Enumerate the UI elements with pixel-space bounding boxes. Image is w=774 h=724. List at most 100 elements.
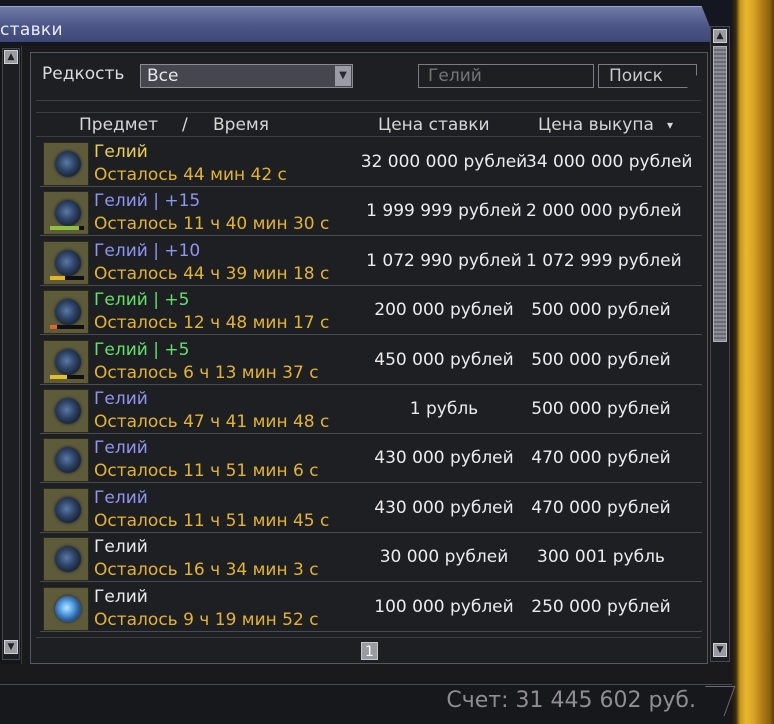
item-icon-slot[interactable] xyxy=(43,488,89,532)
header-item[interactable]: Предмет xyxy=(79,115,158,135)
item-icon-slot[interactable] xyxy=(43,340,89,384)
table-row[interactable]: Гелий Осталось 9 ч 19 мин 52 с 100 000 руб… xyxy=(40,584,702,632)
durability-bar xyxy=(50,375,84,379)
durability-bar xyxy=(50,325,84,329)
helium-orb-icon xyxy=(55,200,81,226)
left-panel: ▲ ▼ xyxy=(0,46,22,664)
item-name: Гелий xyxy=(94,537,148,557)
divider xyxy=(36,100,701,101)
dropdown-arrow-icon[interactable]: ▼ xyxy=(335,66,351,86)
search-button[interactable]: Поиск xyxy=(598,64,697,88)
divider xyxy=(36,637,701,638)
item-icon-slot[interactable] xyxy=(43,389,89,433)
bid-price: 30 000 рублей xyxy=(379,547,509,567)
gold-window-frame xyxy=(732,0,774,724)
bid-price: 430 000 рублей xyxy=(374,498,514,518)
left-scrollbar-track[interactable] xyxy=(2,48,20,660)
bid-price: 1 999 999 рублей xyxy=(366,201,522,221)
bid-price: 1 072 990 рублей xyxy=(366,251,522,271)
window-title: ставки xyxy=(0,20,63,40)
table-row[interactable]: Гелий Осталось 44 мин 42 с 32 000 000 рубл… xyxy=(40,139,702,187)
item-icon-slot[interactable] xyxy=(43,241,89,285)
helium-orb-icon xyxy=(55,250,81,276)
item-icon-slot[interactable] xyxy=(43,142,89,186)
time-remaining: Осталось 9 ч 19 мин 52 с xyxy=(94,610,319,630)
sort-down-icon[interactable]: ▾ xyxy=(667,118,673,132)
helium-orb-icon xyxy=(55,398,81,424)
item-name: Гелий xyxy=(94,488,148,508)
table-row[interactable]: Гелий | +10 Осталось 44 ч 39 мин 18 с 1 07… xyxy=(40,238,702,286)
buyout-price: 1 072 999 рублей xyxy=(526,251,682,271)
header-bid-price[interactable]: Цена ставки xyxy=(378,115,490,135)
item-name: Гелий | +10 xyxy=(94,241,201,261)
item-name: Гелий | +5 xyxy=(94,290,190,310)
item-name: Гелий xyxy=(94,389,148,409)
table-row[interactable]: Гелий | +15 Осталось 11 ч 40 мин 30 с 1 99… xyxy=(40,188,702,236)
bid-price: 100 000 рублей xyxy=(374,597,514,617)
time-remaining: Осталось 11 ч 51 мин 45 с xyxy=(94,511,330,531)
item-icon-slot[interactable] xyxy=(43,587,89,631)
durability-bar xyxy=(50,226,84,230)
buyout-price: 470 000 рублей xyxy=(531,448,671,468)
table-row[interactable]: Гелий Осталось 16 ч 34 мин 3 с 30 000 рубл… xyxy=(40,534,702,582)
buyout-price: 34 000 000 рублей xyxy=(526,152,693,172)
helium-orb-icon xyxy=(55,151,81,177)
left-scroll-up-button[interactable]: ▲ xyxy=(4,50,18,64)
header-slash: / xyxy=(182,115,188,135)
right-scroll-down-button[interactable]: ▼ xyxy=(713,643,727,657)
time-remaining: Осталось 11 ч 51 мин 6 с xyxy=(94,461,319,481)
helium-orb-bright-icon xyxy=(55,596,81,622)
durability-bar xyxy=(50,276,84,280)
buyout-price: 470 000 рублей xyxy=(531,498,671,518)
rarity-label: Редкость xyxy=(42,64,125,84)
time-remaining: Осталось 44 ч 39 мин 18 с xyxy=(94,264,330,284)
item-icon-slot[interactable] xyxy=(43,537,89,581)
helium-orb-icon xyxy=(55,349,81,375)
table-header: Предмет / Время Цена ставки Цена выкупа … xyxy=(36,112,701,137)
buyout-price: 500 000 рублей xyxy=(531,300,671,320)
bid-price: 200 000 рублей xyxy=(374,300,514,320)
item-name: Гелий xyxy=(94,587,148,607)
item-name: Гелий xyxy=(94,438,148,458)
header-time[interactable]: Время xyxy=(213,115,269,135)
bid-price: 32 000 000 рублей xyxy=(360,152,528,172)
search-input[interactable] xyxy=(418,64,594,88)
left-scroll-down-button[interactable]: ▼ xyxy=(4,640,18,654)
account-balance: Счет: 31 445 602 руб. xyxy=(446,688,696,713)
time-remaining: Осталось 12 ч 48 мин 17 с xyxy=(94,313,330,333)
item-name: Гелий | +5 xyxy=(94,340,190,360)
item-icon-slot[interactable] xyxy=(43,290,89,334)
rarity-select[interactable]: Все ▼ xyxy=(140,64,353,88)
right-scroll-up-button[interactable]: ▲ xyxy=(713,29,727,43)
item-icon-slot[interactable] xyxy=(43,438,89,482)
time-remaining: Осталось 16 ч 34 мин 3 с xyxy=(94,560,319,580)
table-row[interactable]: Гелий Осталось 11 ч 51 мин 45 с 430 000 ру… xyxy=(40,485,702,533)
time-remaining: Осталось 44 мин 42 с xyxy=(94,165,287,185)
table-row[interactable]: Гелий Осталось 47 ч 41 мин 48 с 1 рубль 500… xyxy=(40,386,702,434)
helium-orb-icon xyxy=(55,546,81,572)
page-number-button[interactable]: 1 xyxy=(361,642,378,660)
header-buyout-price[interactable]: Цена выкупа xyxy=(538,115,654,135)
time-remaining: Осталось 6 ч 13 мин 37 с xyxy=(94,363,319,383)
right-scrollbar-thumb[interactable] xyxy=(713,46,727,342)
bid-price: 430 000 рублей xyxy=(374,448,514,468)
title-tab xyxy=(0,6,716,42)
time-remaining: Осталось 11 ч 40 мин 30 с xyxy=(94,214,330,234)
buyout-price: 250 000 рублей xyxy=(531,597,671,617)
bid-price: 1 рубль xyxy=(409,399,479,419)
buyout-price: 500 000 рублей xyxy=(531,350,671,370)
table-row[interactable]: Гелий Осталось 11 ч 51 мин 6 с 430 000 руб… xyxy=(40,435,702,483)
helium-orb-icon xyxy=(55,447,81,473)
time-remaining: Осталось 47 ч 41 мин 48 с xyxy=(94,412,330,432)
item-name: Гелий | +15 xyxy=(94,191,201,211)
buyout-price: 500 000 рублей xyxy=(531,399,671,419)
item-icon-slot[interactable] xyxy=(43,191,89,235)
rarity-selected-value: Все xyxy=(147,66,179,86)
buyout-price: 300 001 рубль xyxy=(537,547,665,567)
item-name: Гелий xyxy=(94,142,148,162)
table-row[interactable]: Гелий | +5 Осталось 6 ч 13 мин 37 с 450 00… xyxy=(40,337,702,385)
table-row[interactable]: Гелий | +5 Осталось 12 ч 48 мин 17 с 200 0… xyxy=(40,287,702,335)
helium-orb-icon xyxy=(55,497,81,523)
buyout-price: 2 000 000 рублей xyxy=(526,201,682,221)
bid-price: 450 000 рублей xyxy=(374,350,514,370)
